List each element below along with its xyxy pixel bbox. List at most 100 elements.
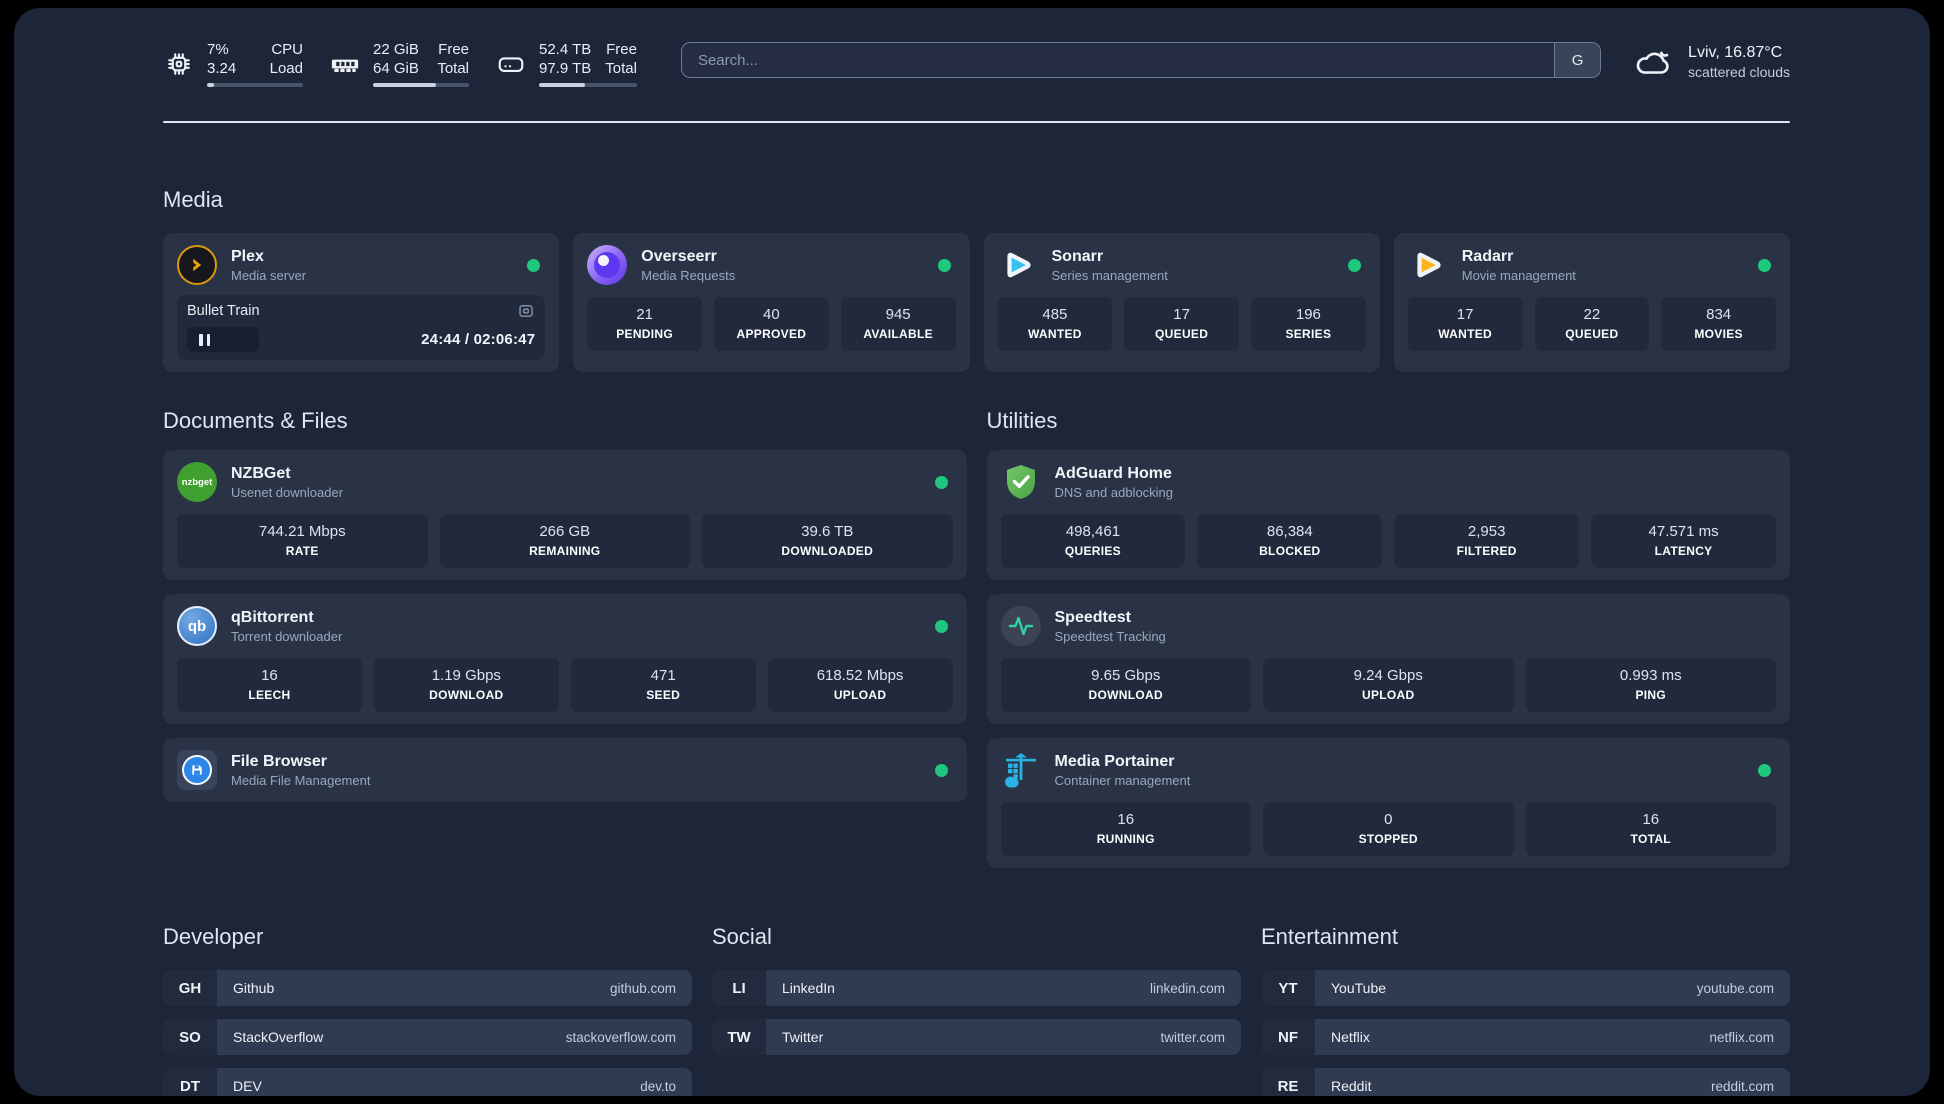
- stat-label: Free: [438, 41, 469, 58]
- status-online-dot: [1758, 763, 1771, 777]
- stat-tile-value: 9.24 Gbps: [1353, 667, 1423, 684]
- stat-tile-label: RUNNING: [1096, 832, 1155, 846]
- stat-tile-row: 485 WANTED 17 QUEUED 196 SERIES: [997, 297, 1366, 351]
- portainer-icon: [1001, 750, 1041, 790]
- stat-body: 52.4 TB 97.9 TB Free Total: [539, 40, 637, 87]
- stat-tile-pending: 21 PENDING: [587, 297, 702, 351]
- stat-tile-label: RATE: [285, 544, 319, 558]
- bookmark-youtube[interactable]: YT YouTube youtube.com: [1261, 970, 1790, 1006]
- stat-tile-value: 945: [885, 306, 911, 323]
- stat-tile-value: 39.6 TB: [801, 523, 854, 540]
- weather-widget: Lviv, 16.87°C scattered clouds: [1631, 40, 1790, 84]
- stat-tile-value: 86,384: [1266, 523, 1313, 540]
- stat-value: 22 GiB: [373, 41, 419, 58]
- stat-tile-label: QUEUED: [1155, 327, 1209, 341]
- app-card-media-portainer[interactable]: Media Portainer Container management 16 RUN…: [986, 738, 1790, 868]
- stat-tile-label: LATENCY: [1654, 544, 1713, 558]
- section-media: Media Plex Media server Bullet Train 24:44 …: [163, 187, 1790, 372]
- bookmark-abbr: DT: [163, 1068, 217, 1096]
- stat-label: Total: [437, 60, 469, 77]
- stat-tile-value: 196: [1295, 306, 1321, 323]
- bookmark-stackoverflow[interactable]: SO StackOverflow stackoverflow.com: [163, 1019, 692, 1055]
- section-title-media: Media: [163, 187, 223, 212]
- cpu-icon: [163, 48, 195, 80]
- media-card-grid: Plex Media server Bullet Train 24:44 / 02:0…: [163, 233, 1790, 372]
- stat-tile-label: SERIES: [1285, 327, 1332, 341]
- nzbget-icon: nzbget: [177, 462, 217, 502]
- bookmark-reddit[interactable]: RE Reddit reddit.com: [1261, 1068, 1790, 1096]
- stat-tile-upload: 618.52 Mbps UPLOAD: [767, 658, 953, 712]
- app-description: Container management: [1054, 772, 1191, 788]
- bookmarks-grid: Developer GH Github github.com SO StackOverfl…: [163, 924, 1790, 1096]
- bookmark-domain: youtube.com: [1696, 980, 1774, 996]
- app-card-header: Speedtest Speedtest Tracking: [1000, 606, 1777, 646]
- stat-tile-label: UPLOAD: [833, 688, 887, 702]
- bookmark-linkedin[interactable]: LI LinkedIn linkedin.com: [712, 970, 1241, 1006]
- search-provider-button[interactable]: G: [1554, 43, 1601, 77]
- app-card-radarr[interactable]: Radarr Movie management 17 WANTED 22 QUEUED 83…: [1393, 233, 1790, 372]
- stat-labels: Free Total: [605, 40, 637, 78]
- bookmark-name: Netflix: [1331, 1029, 1370, 1045]
- stat-tile-seed: 471 SEED: [570, 658, 756, 712]
- stat-tile-wanted: 485 WANTED: [997, 297, 1113, 351]
- stat-tile-leech: 16 LEECH: [177, 658, 362, 712]
- app-description: Series management: [1051, 267, 1168, 283]
- stat-tile-value: 17: [1456, 306, 1474, 323]
- stat-tile-value: 47.571 ms: [1648, 523, 1719, 540]
- app-card-adguard-home[interactable]: AdGuard Home DNS and adblocking 498,461 QUE…: [986, 450, 1790, 580]
- stat-tile-rate: 744.21 Mbps RATE: [177, 514, 428, 568]
- section-title-entertainment: Entertainment: [1261, 924, 1398, 949]
- bookmark-twitter[interactable]: TW Twitter twitter.com: [712, 1019, 1241, 1055]
- app-card-speedtest[interactable]: Speedtest Speedtest Tracking 9.65 Gbps DOWN…: [986, 594, 1790, 724]
- weather-condition: scattered clouds: [1688, 64, 1790, 80]
- section-title-documents: Documents & Files: [163, 408, 348, 433]
- app-card-overseerr[interactable]: Overseerr Media Requests 21 PENDING 40 APPROV…: [573, 233, 970, 372]
- app-card-nzbget[interactable]: nzbget NZBGet Usenet downloader 744.21 Mbps…: [163, 450, 967, 580]
- system-stat-cpu-load-cpu-icon: 7% 3.24 CPU Load: [163, 40, 303, 87]
- stat-labels: Free Total: [437, 40, 469, 78]
- stat-tile-label: STOPPED: [1358, 832, 1418, 846]
- stat-tile-value: 40: [763, 306, 780, 323]
- stat-value: 97.9 TB: [539, 60, 592, 77]
- app-card-qbittorrent[interactable]: qb qBittorrent Torrent downloader 16 LEECH 1.…: [163, 594, 967, 724]
- stat-tile-blocked: 86,384 BLOCKED: [1197, 514, 1383, 568]
- bookmark-domain: stackoverflow.com: [565, 1029, 676, 1045]
- overseerr-icon: [587, 245, 628, 285]
- app-card-plex[interactable]: Plex Media server Bullet Train 24:44 / 02:0…: [163, 233, 560, 372]
- stat-tile-queued: 22 QUEUED: [1534, 297, 1650, 351]
- stat-tile-value: 16: [1117, 811, 1135, 828]
- app-title: File Browser: [231, 752, 328, 770]
- bookmark-abbr: SO: [163, 1019, 217, 1055]
- bookmark-github[interactable]: GH Github github.com: [163, 970, 692, 1006]
- stat-tile-value: 0: [1384, 811, 1393, 828]
- stat-tile-queries: 498,461 QUERIES: [1000, 514, 1186, 568]
- stat-tile-value: 498,461: [1065, 523, 1121, 540]
- status-online-dot: [934, 763, 948, 777]
- stat-tile-download: 1.19 Gbps DOWNLOAD: [373, 658, 559, 712]
- app-title: Plex: [231, 247, 264, 265]
- stat-tile-value: 16: [261, 667, 278, 684]
- app-card-file-browser[interactable]: File Browser Media File Management: [163, 738, 967, 802]
- stat-tile-label: AVAILABLE: [863, 327, 933, 341]
- app-card-header: AdGuard Home DNS and adblocking: [1001, 462, 1777, 502]
- search-bar[interactable]: G: [680, 42, 1602, 78]
- system-stat-free-total-disk-icon: 52.4 TB 97.9 TB Free Total: [495, 40, 637, 87]
- stat-tile-label: PENDING: [616, 327, 674, 341]
- section-title-utilities: Utilities: [986, 408, 1058, 433]
- stat-tile-label: BLOCKED: [1259, 544, 1321, 558]
- app-card-sonarr[interactable]: Sonarr Series management 485 WANTED 17 QUEUED…: [983, 233, 1380, 372]
- app-title: AdGuard Home: [1054, 464, 1172, 482]
- pause-button[interactable]: [187, 327, 259, 352]
- stat-tile-label: SEED: [646, 688, 681, 702]
- app-title: Media Portainer: [1054, 752, 1175, 770]
- stat-label: Free: [606, 41, 637, 58]
- system-stat-free-total-memory-icon: 22 GiB 64 GiB Free Total: [329, 40, 469, 87]
- bookmark-dev[interactable]: DT DEV dev.to: [163, 1068, 692, 1096]
- stat-progress-bar: [373, 83, 469, 87]
- stat-tile-label: WANTED: [1027, 327, 1082, 341]
- bookmark-netflix[interactable]: NF Netflix netflix.com: [1261, 1019, 1790, 1055]
- stat-tile-row: 9.65 Gbps DOWNLOAD 9.24 Gbps UPLOAD 0.993 ms…: [1000, 658, 1776, 712]
- status-online-dot: [937, 258, 951, 272]
- search-input[interactable]: [681, 43, 1555, 77]
- header: 7% 3.24 CPU Load 22 GiB 64 GiB Free Total 52.4 T…: [163, 40, 1790, 87]
